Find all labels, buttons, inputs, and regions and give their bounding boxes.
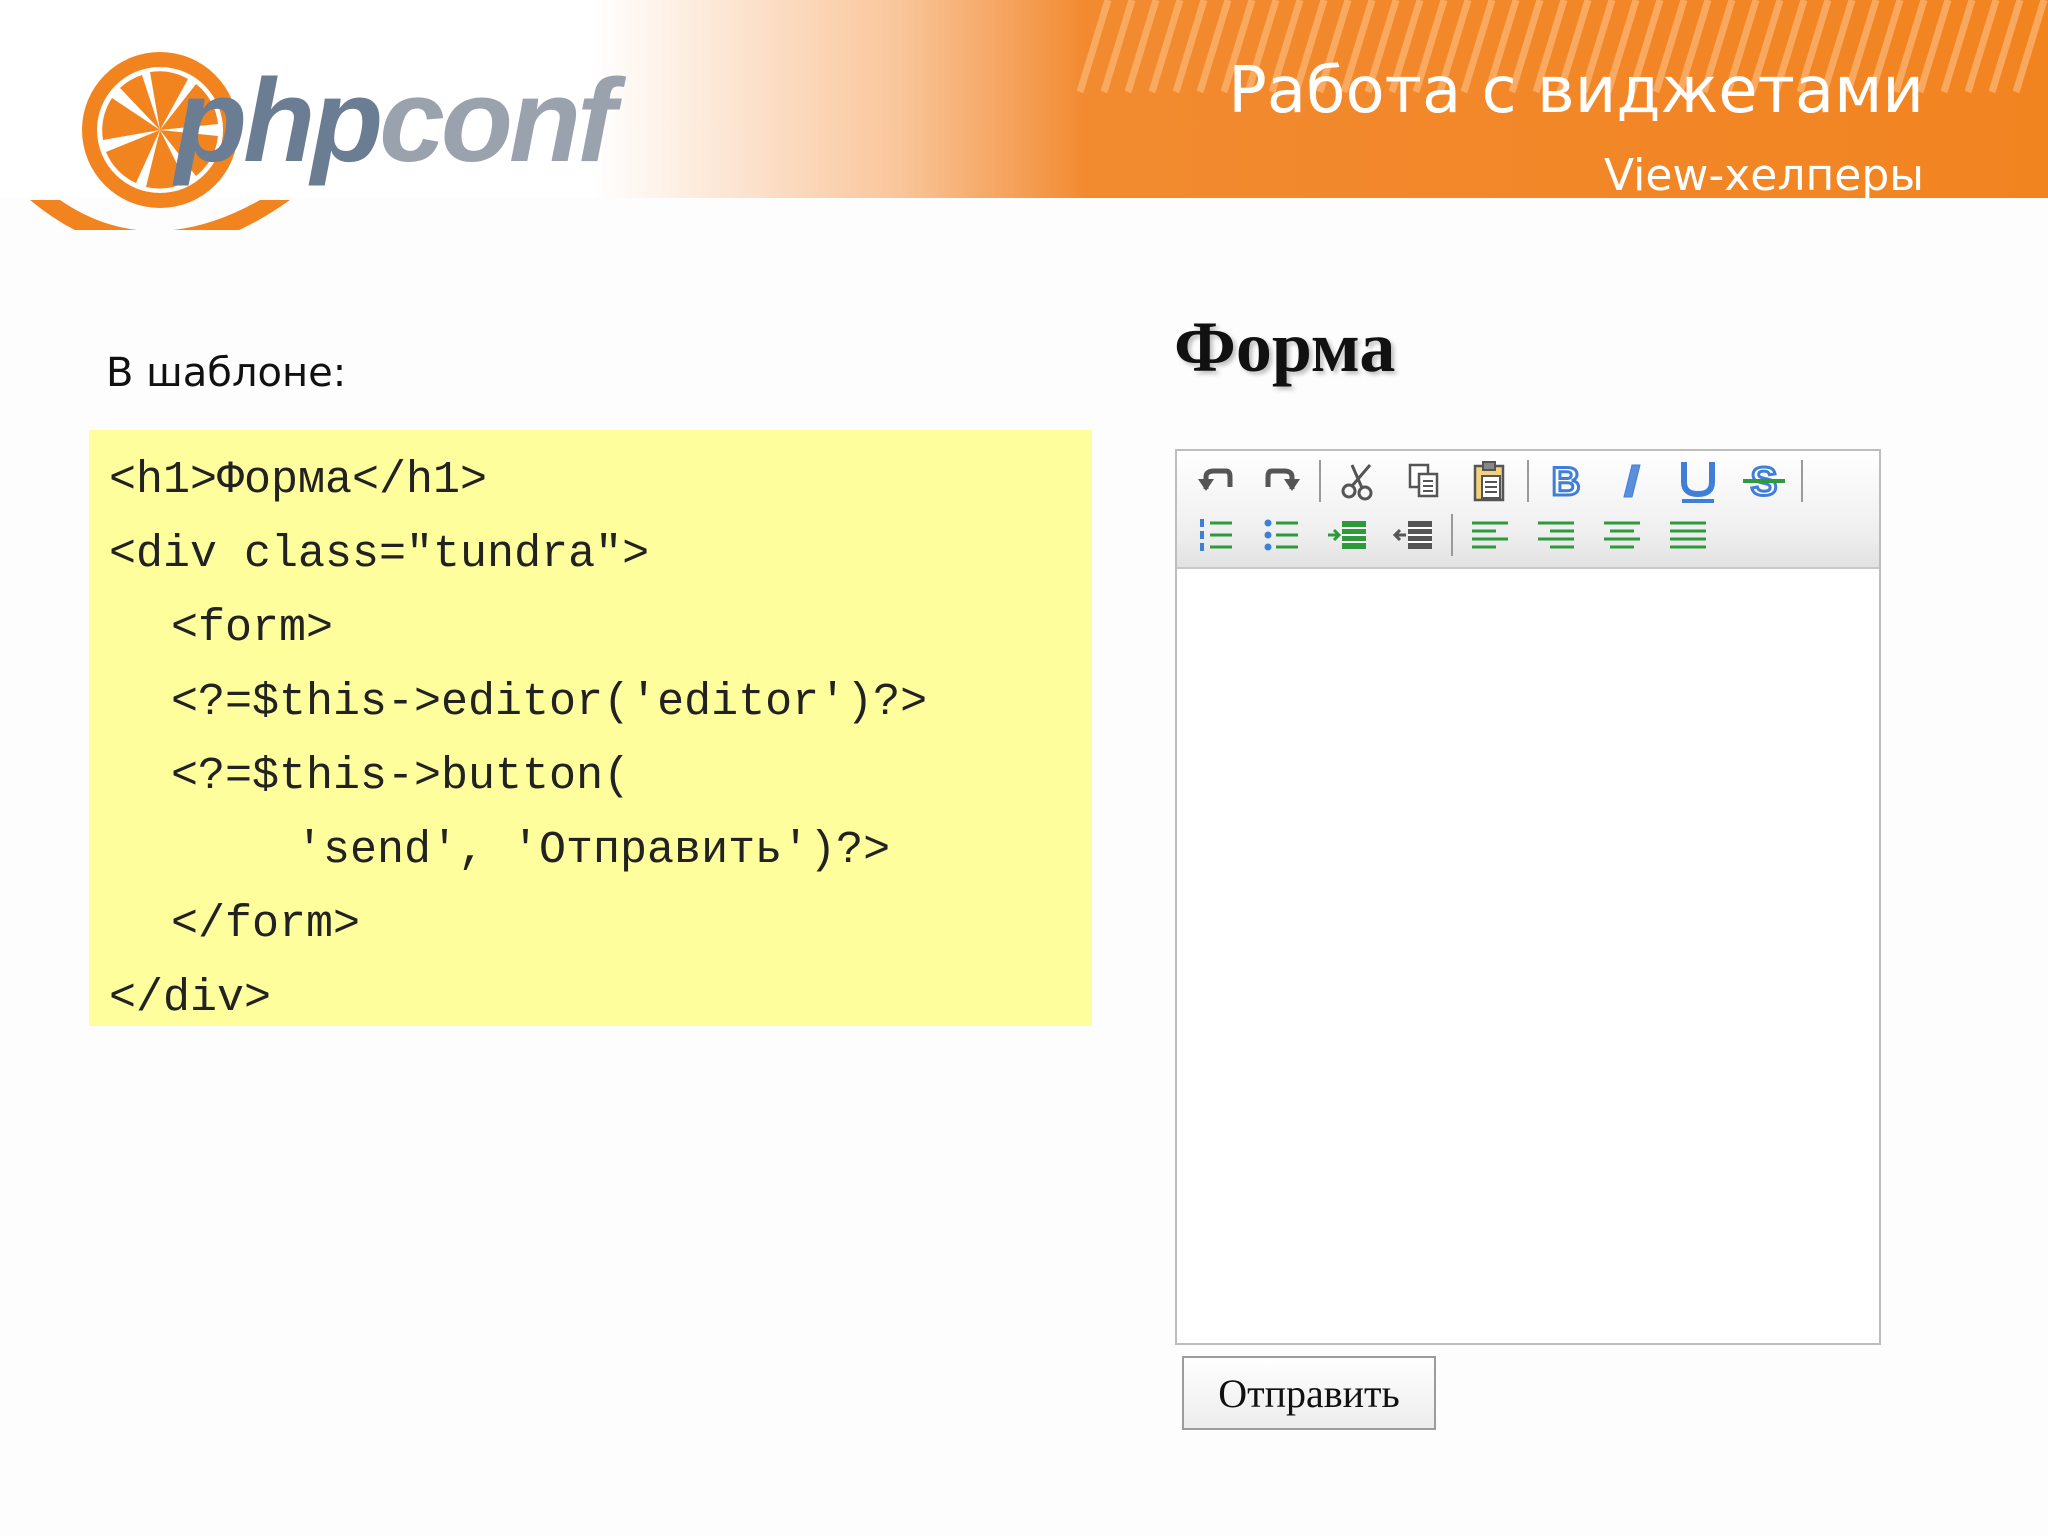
toolbar-separator [1527,460,1529,502]
slide-header: phpconf Работа с виджетами View-хелперы [0,0,2048,230]
indent-icon[interactable] [1315,510,1381,560]
justify-icon[interactable] [1655,510,1721,560]
logo-conf: conf [379,55,616,187]
outdent-icon[interactable] [1381,510,1447,560]
undo-icon[interactable] [1183,456,1249,506]
code-line: <h1>Форма</h1> [109,455,488,506]
rich-text-editor: B S [1175,449,1881,1345]
form-heading: Форма [1174,307,1396,387]
code-line: <form> [171,603,334,654]
toolbar-separator [1319,460,1321,502]
code-line: </form> [171,899,361,950]
code-line: <?=$this->editor('editor')?> [171,677,928,728]
slide-subtitle: View-хелперы [1603,150,1924,201]
code-line: 'send', 'Отправить')?> [296,825,891,876]
redo-icon[interactable] [1249,456,1315,506]
code-line: <?=$this->button( [171,751,631,802]
svg-text:B: B [1552,460,1581,503]
logo-php: php [175,55,383,187]
toolbar-separator [1801,460,1803,502]
code-block: <h1>Форма</h1> <div class="tundra"> <for… [89,430,1092,1026]
ordered-list-icon[interactable] [1183,510,1249,560]
align-right-icon[interactable] [1523,510,1589,560]
underline-icon[interactable] [1665,456,1731,506]
editor-toolbar: B S [1177,451,1879,569]
template-label: В шаблоне: [106,350,347,396]
code-line: </div> [109,973,272,1024]
copy-icon[interactable] [1391,456,1457,506]
strikethrough-icon[interactable]: S [1731,456,1797,506]
toolbar-row-2 [1183,509,1721,561]
editor-text-area[interactable] [1177,569,1879,1343]
logo-wordmark: phpconf [175,62,616,180]
align-left-icon[interactable] [1457,510,1523,560]
slide-title: Работа с виджетами [1228,54,1924,128]
submit-button[interactable]: Отправить [1182,1356,1436,1430]
toolbar-separator [1451,514,1453,556]
toolbar-row-1: B S [1183,455,1807,507]
paste-icon[interactable] [1457,456,1523,506]
unordered-list-icon[interactable] [1249,510,1315,560]
italic-icon[interactable] [1599,456,1665,506]
code-line: <div class="tundra"> [109,529,650,580]
align-center-icon[interactable] [1589,510,1655,560]
cut-icon[interactable] [1325,456,1391,506]
bold-icon[interactable]: B [1533,456,1599,506]
